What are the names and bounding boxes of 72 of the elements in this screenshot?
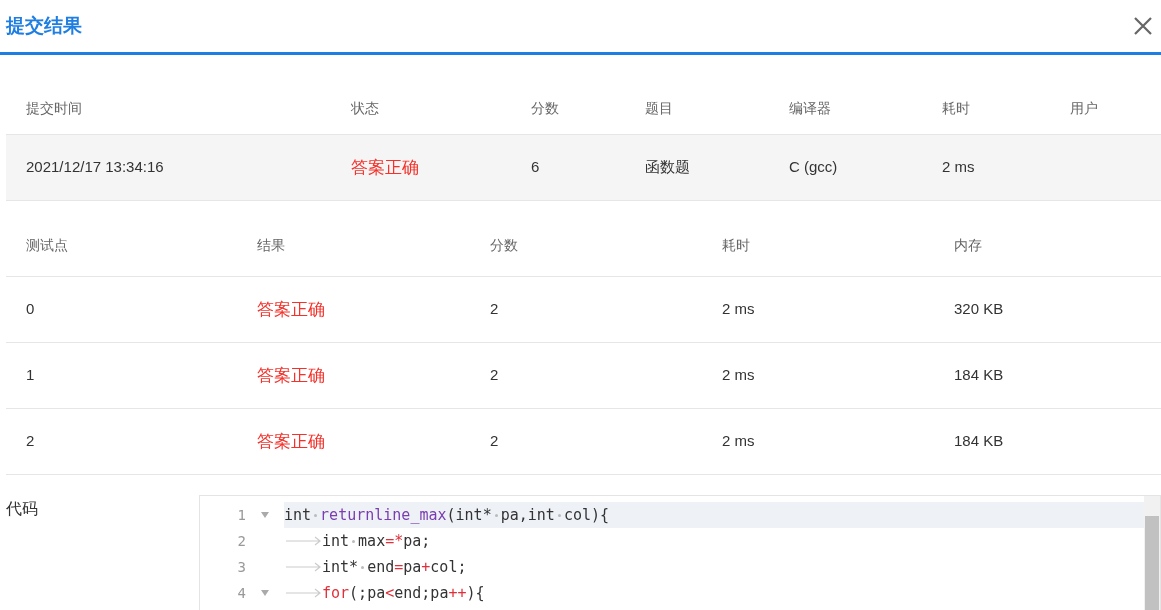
column-header: 提交时间 <box>26 98 82 118</box>
space-dot-icon <box>352 539 356 543</box>
space-dot-icon <box>494 513 498 517</box>
table-cell-text: 2 <box>490 431 499 452</box>
table-cell-text: 2 ms <box>722 431 755 452</box>
code-text: ){ <box>466 582 485 604</box>
space-dot-icon <box>557 513 561 517</box>
table-cell-text: 2 ms <box>722 299 755 320</box>
table-cell-text: 184 KB <box>954 365 1004 386</box>
column-header: 测试点 <box>26 236 68 255</box>
code-text: pa; <box>403 530 431 552</box>
column-header: 用户 <box>1070 98 1098 118</box>
status-text: 答案正确 <box>351 156 419 179</box>
code-text: returnline_max <box>320 504 447 526</box>
table-cell-text: 184 KB <box>954 431 1004 452</box>
status-text: 答案正确 <box>257 298 325 321</box>
code-text: + <box>421 556 431 578</box>
table-cell-text: 2021/12/17 13:34:16 <box>26 157 164 178</box>
code-text: max <box>358 530 386 552</box>
column-header: 分数 <box>490 236 518 255</box>
table-cell-text: 函数题 <box>645 157 690 178</box>
table-cell-text: 2 ms <box>722 365 755 386</box>
code-text: pa <box>403 556 422 578</box>
tab-arrow-icon <box>284 588 322 598</box>
code-text: = <box>394 556 404 578</box>
tab-arrow-icon <box>284 562 322 572</box>
code-text: col; <box>430 556 467 578</box>
fold-icon[interactable] <box>261 590 269 596</box>
table-cell-text: 2 ms <box>942 157 975 178</box>
column-header: 编译器 <box>789 98 831 118</box>
scrollbar[interactable] <box>1144 496 1160 610</box>
code-text: =* <box>385 530 404 552</box>
dialog-title: 提交结果 <box>6 13 82 38</box>
code-text: (;pa <box>349 582 386 604</box>
column-header: 状态 <box>351 98 379 118</box>
line-number: 1 <box>236 505 246 525</box>
line-number: 4 <box>236 583 246 603</box>
line-number: 2 <box>236 531 246 551</box>
column-header: 分数 <box>531 98 559 118</box>
space-dot-icon <box>361 565 365 569</box>
code-text: int <box>322 530 350 552</box>
code-text: < <box>385 582 395 604</box>
column-header: 结果 <box>257 236 285 255</box>
column-header: 耗时 <box>942 98 970 118</box>
table-cell-text: 2 <box>26 431 35 452</box>
table-cell-text: 0 <box>26 299 35 320</box>
code-label: 代码 <box>6 499 39 519</box>
code-text: int* <box>322 556 359 578</box>
code-text: end <box>367 556 395 578</box>
fold-icon[interactable] <box>261 512 269 518</box>
code-text: end;pa <box>394 582 449 604</box>
status-text: 答案正确 <box>257 430 325 453</box>
table-cell-text: 2 <box>490 365 499 386</box>
line-number: 3 <box>236 557 246 577</box>
table-cell-text: 1 <box>26 365 35 386</box>
code-text: (int* <box>446 504 492 526</box>
code-text: ++ <box>448 582 467 604</box>
status-text: 答案正确 <box>257 364 325 387</box>
table-cell-text: 2 <box>490 299 499 320</box>
code-text: for <box>322 582 350 604</box>
table-cell-text: C (gcc) <box>789 157 838 178</box>
code-text: col){ <box>563 504 610 526</box>
space-dot-icon <box>314 513 318 517</box>
column-header: 耗时 <box>722 236 750 255</box>
tab-arrow-icon <box>284 536 322 546</box>
code-text: pa,int <box>500 504 555 526</box>
column-header: 内存 <box>954 236 982 255</box>
close-icon[interactable] <box>1133 16 1153 36</box>
code-text: int <box>284 504 312 526</box>
table-cell-text: 320 KB <box>954 299 1004 320</box>
column-header: 题目 <box>645 98 673 118</box>
table-cell-text: 6 <box>531 157 540 178</box>
